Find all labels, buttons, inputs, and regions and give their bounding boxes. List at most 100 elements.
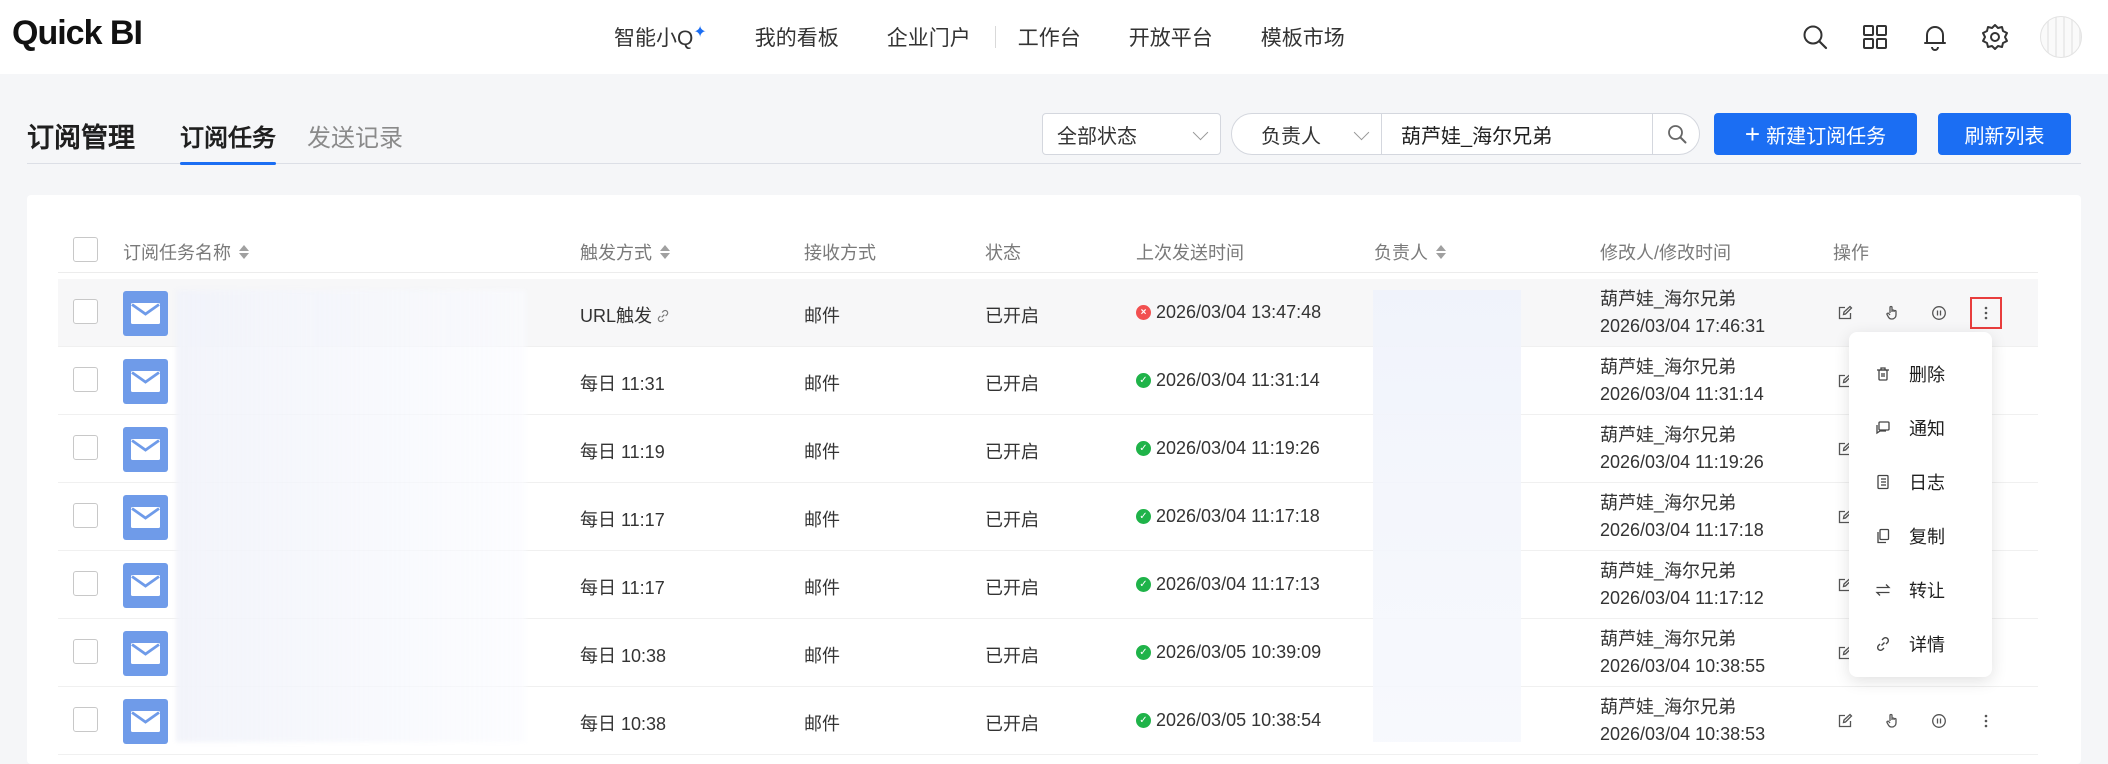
edit-icon[interactable] [1833,709,1857,733]
trigger-cell: 每日 10:38 [580,714,667,734]
modified-time: 2026/03/04 11:31:14 [1600,384,1764,404]
row-checkbox[interactable] [73,707,98,732]
row-checkbox[interactable] [73,435,98,460]
column-task-name[interactable]: 订阅任务名称 [123,239,249,265]
modifier-name: 葫芦娃_海尔兄弟 [1600,493,1737,513]
row-checkbox[interactable] [73,503,98,528]
row-checkbox[interactable] [73,367,98,392]
pause-icon[interactable] [1927,709,1951,733]
trigger-cell: URL触发 [580,302,670,328]
last-sent-cell: ✓ 2026/03/04 11:31:14 [1136,370,1320,391]
last-sent-cell: ✓ 2026/03/05 10:38:54 [1136,710,1321,731]
status-cell: 已开启 [985,442,1039,462]
receive-method-cell: 邮件 [804,510,840,530]
success-check-icon: ✓ [1136,577,1151,592]
row-checkbox[interactable] [73,299,98,324]
menu-item-copy[interactable]: 复制 [1849,509,1992,563]
status-cell: 已开启 [985,578,1039,598]
menu-item-log[interactable]: 日志 [1849,455,1992,509]
tab-send-records[interactable]: 发送记录 [307,118,403,153]
last-sent-cell: × 2026/03/04 13:47:48 [1136,302,1321,323]
link-icon [1874,635,1892,653]
mail-icon [123,291,168,336]
search-icon[interactable] [1800,22,1830,52]
tab-subscription-tasks[interactable]: 订阅任务 [180,118,276,165]
modified-time: 2026/03/04 10:38:53 [1600,724,1766,744]
trigger-cell: 每日 11:17 [580,510,665,530]
more-vertical-icon[interactable] [1974,709,1998,733]
row-actions [1833,297,2021,329]
trigger-cell: 每日 11:17 [580,578,665,598]
more-vertical-icon[interactable] [1970,297,2002,329]
column-trigger[interactable]: 触发方式 [580,239,670,265]
quick-bi-logo[interactable]: Quick BI [12,14,143,53]
column-actions: 操作 [1833,243,1869,263]
error-x-icon: × [1136,305,1151,320]
menu-item-notify[interactable]: 通知 [1849,401,1992,455]
owner-field-select[interactable]: 负责人 [1232,114,1382,154]
status-filter-select[interactable]: 全部状态 [1042,113,1221,155]
modified-time: 2026/03/04 17:46:31 [1600,316,1766,336]
status-cell: 已开启 [985,374,1039,394]
bell-icon[interactable] [1920,22,1950,52]
nav-item-smart-q[interactable]: 智能小Q✦ [614,22,707,52]
link-icon[interactable] [652,306,670,326]
select-all-checkbox[interactable] [73,237,98,262]
row-checkbox[interactable] [73,639,98,664]
gear-icon[interactable] [1980,22,2010,52]
column-owner[interactable]: 负责人 [1374,239,1446,265]
mail-icon [123,699,168,744]
status-cell: 已开启 [985,714,1039,734]
table-header: 订阅任务名称 触发方式 接收方式 状态 上次发送时间 负责人 修改人/修改时间 … [58,229,2038,273]
apps-grid-icon[interactable] [1860,22,1890,52]
sort-icon [239,245,249,259]
copy-icon [1874,527,1892,545]
pause-icon[interactable] [1927,301,1951,325]
modifier-cell: 葫芦娃_海尔兄弟 2026/03/04 11:17:12 [1600,558,1764,612]
modifier-cell: 葫芦娃_海尔兄弟 2026/03/04 11:19:26 [1600,422,1764,476]
search-button[interactable] [1652,114,1700,154]
modifier-name: 葫芦娃_海尔兄弟 [1600,697,1737,717]
column-receive-method: 接收方式 [804,243,876,263]
nav-item-my-dashboards[interactable]: 我的看板 [755,22,839,52]
row-actions [1833,709,2021,733]
mail-icon [123,359,168,404]
success-check-icon: ✓ [1136,713,1151,728]
modified-time: 2026/03/04 11:17:12 [1600,588,1764,608]
nav-item-open-platform[interactable]: 开放平台 [1129,22,1213,52]
modifier-name: 葫芦娃_海尔兄弟 [1600,425,1737,445]
nav-item-template-market[interactable]: 模板市场 [1261,22,1345,52]
nav-item-enterprise-portal[interactable]: 企业门户 [887,22,971,52]
last-sent-cell: ✓ 2026/03/04 11:19:26 [1136,438,1320,459]
modifier-name: 葫芦娃_海尔兄弟 [1600,357,1737,377]
modified-time: 2026/03/04 11:17:18 [1600,520,1764,540]
menu-item-details[interactable]: 详情 [1849,617,1992,671]
last-sent-cell: ✓ 2026/03/05 10:39:09 [1136,642,1321,663]
modified-time: 2026/03/04 11:19:26 [1600,452,1764,472]
trigger-cell: 每日 11:19 [580,442,665,462]
nav-item-workbench[interactable]: 工作台 [1018,22,1081,52]
manual-send-icon[interactable] [1880,301,1904,325]
row-checkbox[interactable] [73,571,98,596]
menu-item-transfer[interactable]: 转让 [1849,563,1992,617]
page-title: 订阅管理 [27,123,135,153]
swap-icon [1874,581,1892,599]
modifier-cell: 葫芦娃_海尔兄弟 2026/03/04 10:38:53 [1600,694,1765,748]
user-avatar[interactable] [2040,16,2082,58]
receive-method-cell: 邮件 [804,374,840,394]
menu-item-delete[interactable]: 删除 [1849,347,1992,401]
new-subscription-task-button[interactable]: + 新建订阅任务 [1714,113,1917,155]
chevron-down-icon [1353,124,1370,141]
owner-search-group: 负责人 [1231,113,1700,155]
status-cell: 已开启 [985,306,1039,326]
edit-icon[interactable] [1833,301,1857,325]
refresh-list-button[interactable]: 刷新列表 [1938,113,2071,155]
column-last-sent-time: 上次发送时间 [1136,243,1244,263]
modified-time: 2026/03/04 10:38:55 [1600,656,1766,676]
owner-search-input[interactable] [1383,114,1651,154]
receive-method-cell: 邮件 [804,714,840,734]
manual-send-icon[interactable] [1880,709,1904,733]
sparkle-icon: ✦ [693,24,707,41]
sort-icon [1436,245,1446,259]
modifier-name: 葫芦娃_海尔兄弟 [1600,289,1737,309]
